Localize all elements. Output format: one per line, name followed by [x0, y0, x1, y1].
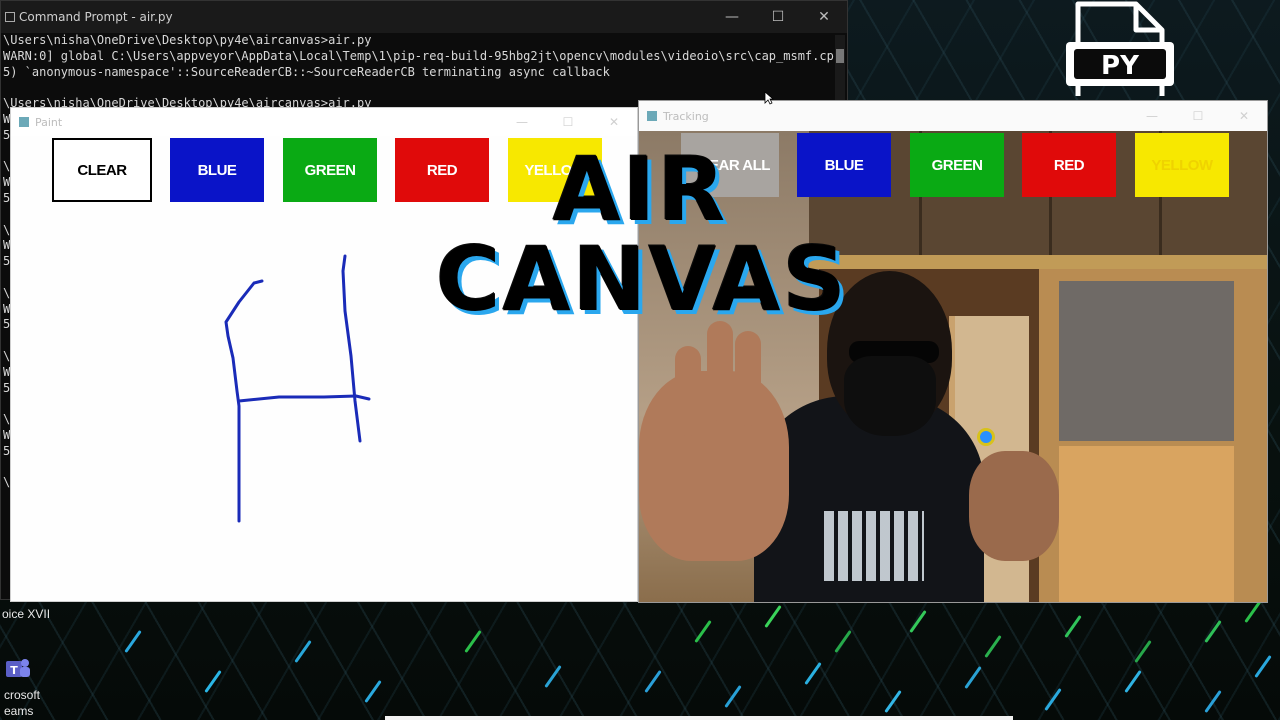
tracking-yellow-label: YELLOW	[1151, 156, 1213, 174]
terminal-icon	[5, 12, 15, 22]
drawn-letter-stroke	[224, 254, 371, 523]
teams-label-line1[interactable]: crosoft	[4, 688, 40, 702]
tracking-blue-button[interactable]: BLUE	[797, 133, 891, 197]
headline-canvas: CANVAS	[436, 228, 848, 331]
terminal-line: 5) `anonymous-namespace'::SourceReaderCB…	[3, 64, 610, 79]
terminal-line: WARN:0] global C:\Users\appveyor\AppData…	[3, 48, 847, 63]
command-prompt-titlebar[interactable]: Command Prompt - air.py — ☐ ✕	[1, 1, 847, 33]
bottom-bar	[385, 716, 1013, 720]
scrollbar-thumb[interactable]	[836, 49, 844, 63]
command-prompt-title: Command Prompt - air.py	[19, 10, 173, 24]
paint-maximize-button[interactable]: ☐	[545, 115, 591, 129]
paint-window-title: Paint	[35, 115, 63, 129]
tracking-yellow-button[interactable]: YELLOW	[1135, 133, 1229, 197]
tracking-close-button[interactable]: ✕	[1221, 109, 1267, 123]
shirt-print	[824, 511, 924, 581]
tracking-titlebar[interactable]: Tracking — ☐ ✕	[639, 101, 1267, 131]
finger	[735, 331, 761, 426]
tracking-blue-label: BLUE	[824, 156, 864, 174]
headline-air: AIR	[552, 138, 728, 241]
right-hand	[969, 451, 1059, 561]
tracking-minimize-button[interactable]: —	[1129, 109, 1175, 123]
finger	[707, 321, 733, 421]
svg-text:T: T	[10, 664, 18, 677]
paint-minimize-button[interactable]: —	[499, 115, 545, 129]
face-mask	[844, 356, 936, 436]
tracking-red-button[interactable]: RED	[1022, 133, 1116, 197]
opencv-window-icon	[647, 111, 657, 121]
mouse-cursor-icon	[764, 91, 774, 105]
shelf	[809, 255, 1267, 269]
maximize-button[interactable]: ☐	[755, 1, 801, 33]
finger	[675, 346, 701, 436]
desktop-icon-label-voice[interactable]: oice XVII	[2, 607, 50, 621]
tracking-window-title: Tracking	[663, 109, 709, 123]
teams-icon[interactable]: T	[4, 655, 32, 683]
paint-titlebar[interactable]: Paint — ☐ ✕	[11, 108, 637, 136]
wardrobe-panel	[1059, 281, 1234, 441]
py-logo-text: PY	[1101, 51, 1140, 81]
tracking-green-label: GREEN	[931, 156, 983, 174]
tracking-pointer	[977, 428, 995, 446]
close-button[interactable]: ✕	[801, 1, 847, 33]
teams-label-line2[interactable]: eams	[4, 704, 33, 718]
tracking-green-button[interactable]: GREEN	[910, 133, 1004, 197]
python-file-icon: PY	[1066, 1, 1174, 96]
minimize-button[interactable]: —	[709, 1, 755, 33]
wardrobe-panel	[1059, 446, 1234, 602]
tracking-red-label: RED	[1053, 156, 1085, 174]
tracking-maximize-button[interactable]: ☐	[1175, 109, 1221, 123]
paint-close-button[interactable]: ✕	[591, 115, 637, 129]
opencv-window-icon	[19, 117, 29, 127]
terminal-line: \Users\nisha\OneDrive\Desktop\py4e\airca…	[3, 33, 372, 47]
